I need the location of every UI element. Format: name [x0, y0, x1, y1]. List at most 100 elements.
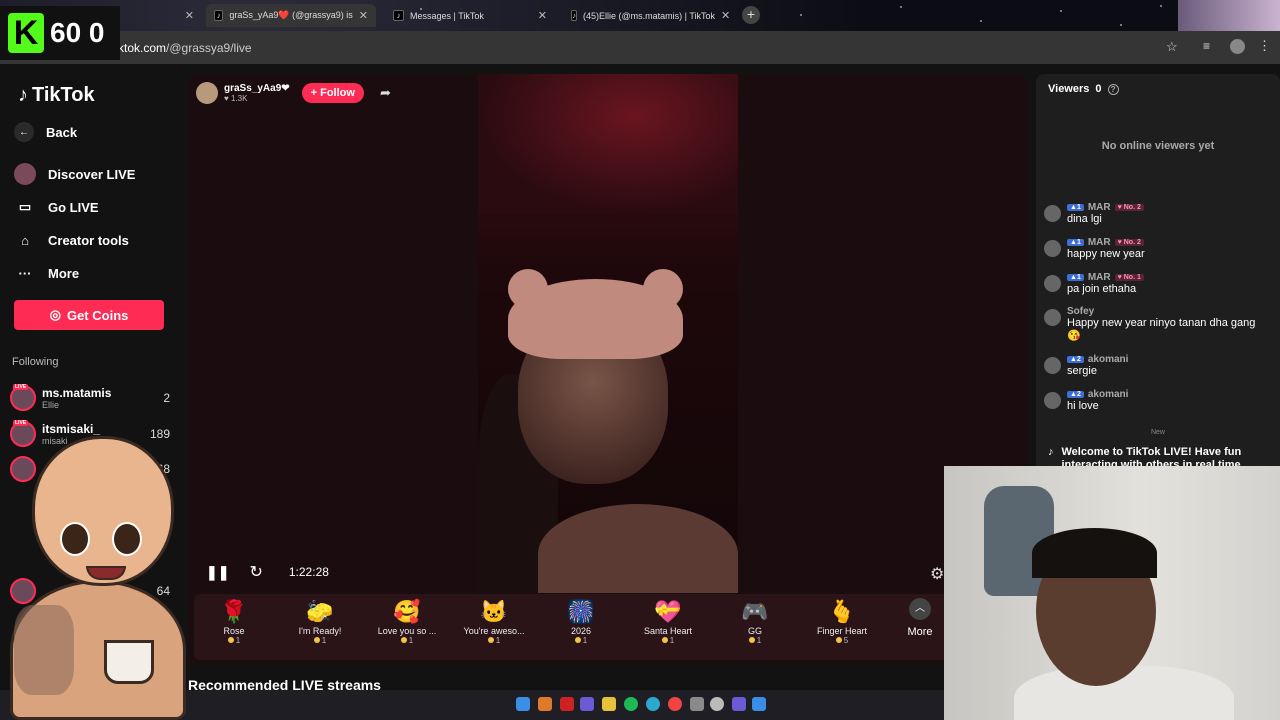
- tiktok-note-icon: ♪: [18, 84, 28, 106]
- chat-text: sergie: [1067, 365, 1097, 377]
- edge-icon[interactable]: [646, 697, 660, 711]
- get-coins-button[interactable]: ◎ Get Coins: [14, 300, 164, 330]
- url-field[interactable]: tiktok.com/@grassya9/live: [112, 41, 252, 55]
- gift-item[interactable]: 🐱 You're aweso... 1: [454, 598, 534, 645]
- help-icon[interactable]: ?: [1107, 83, 1119, 95]
- new-tab-button[interactable]: +: [742, 6, 760, 24]
- close-icon[interactable]: ✕: [538, 9, 547, 22]
- tiktok-logo[interactable]: ♪ TikTok: [18, 84, 95, 107]
- coin-icon: [835, 637, 842, 643]
- chat-username[interactable]: MAR: [1088, 202, 1111, 213]
- gift-item[interactable]: 🌹 Rose 1: [194, 598, 274, 645]
- avatar[interactable]: [1044, 275, 1061, 292]
- chat-message: ▲2 akomani hi love: [1044, 389, 1274, 413]
- playback-controls: ❚❚ ↻ 1:22:28: [206, 562, 329, 582]
- pause-icon[interactable]: ❚❚: [206, 564, 229, 581]
- spotify-icon[interactable]: [624, 697, 638, 711]
- gift-price-value: 1: [582, 636, 588, 645]
- gift-finger-heart-icon: 🫰: [828, 599, 856, 624]
- chat-message: ▲1 MAR ♥ No. 2 happy new year: [1044, 237, 1274, 261]
- gift-item[interactable]: 🎆 2026 1: [541, 598, 621, 645]
- sidebar-item-label: Creator tools: [48, 232, 129, 248]
- gift-price-value: 1: [669, 636, 675, 645]
- browser-tab-1[interactable]: ✕: [120, 4, 202, 27]
- close-icon[interactable]: ✕: [185, 9, 194, 22]
- app-icon[interactable]: [560, 697, 574, 711]
- host-avatar[interactable]: [196, 82, 218, 104]
- menu-dots-icon[interactable]: ⋮: [1258, 38, 1271, 54]
- close-icon[interactable]: ✕: [721, 9, 730, 22]
- avatar[interactable]: [1044, 309, 1061, 326]
- gift-sponge-icon: 🧽: [306, 599, 334, 624]
- following-item-ms-matamis[interactable]: LIVE ms.matamis Ellie 2: [10, 383, 170, 413]
- gift-item[interactable]: 🎮 GG 1: [715, 598, 795, 645]
- chrome-icon[interactable]: [668, 697, 682, 711]
- browser-tab-4[interactable]: ♪ (45)Ellie (@ms.matamis) | TikTok ✕: [563, 4, 737, 27]
- level-badge-value: 1: [1076, 204, 1081, 211]
- chat-username[interactable]: MAR: [1088, 237, 1111, 248]
- discord-icon[interactable]: [732, 697, 746, 711]
- file-explorer-icon[interactable]: [602, 697, 616, 711]
- follow-button[interactable]: + Follow: [301, 83, 364, 103]
- sticker-tattoo: [14, 605, 74, 695]
- host-name[interactable]: graSs_yAa9❤: [224, 83, 290, 94]
- gift-price-value: 1: [408, 636, 414, 645]
- gift-item[interactable]: 🫰 Finger Heart 5: [802, 598, 882, 645]
- chat-message: ▲1 MAR ♥ No. 1 pa join ethaha: [1044, 272, 1274, 296]
- sticker-eye: [60, 522, 90, 556]
- chat-username[interactable]: Sofey: [1067, 306, 1094, 317]
- sidebar-item-go-live[interactable]: ▭ Go LIVE: [14, 196, 99, 218]
- sidebar-item-more[interactable]: ··· More: [14, 262, 80, 284]
- app-icon[interactable]: [538, 697, 552, 711]
- gift-name: You're aweso...: [463, 626, 525, 636]
- avatar[interactable]: [1044, 205, 1061, 222]
- gift-rose-icon: 🌹: [220, 599, 248, 624]
- gift-price-value: 1: [235, 636, 241, 645]
- gift-heart-icon: 💝: [654, 599, 682, 624]
- streamer-shoulder: [538, 504, 738, 593]
- media-control-icon[interactable]: ≡: [1203, 39, 1210, 53]
- photos-icon[interactable]: [752, 697, 766, 711]
- rank-badge: ♥ No. 2: [1114, 239, 1144, 246]
- level-badge: ▲2: [1067, 356, 1084, 363]
- bookmark-star-icon[interactable]: ☆: [1166, 39, 1178, 55]
- camera-icon: ▭: [18, 199, 32, 214]
- app-icon[interactable]: [710, 697, 724, 711]
- browser-tab-3[interactable]: ♪ Messages | TikTok ✕: [385, 4, 555, 27]
- settings-gear-icon[interactable]: ⚙: [930, 564, 944, 584]
- app-icon[interactable]: [690, 697, 704, 711]
- discord-icon[interactable]: [580, 697, 594, 711]
- avatar[interactable]: [1044, 392, 1061, 409]
- chat-username[interactable]: MAR: [1088, 272, 1111, 283]
- tab-title: Messages | TikTok: [410, 10, 484, 21]
- share-icon[interactable]: ➦: [380, 85, 391, 101]
- profile-avatar[interactable]: [1230, 39, 1245, 54]
- sidebar-item-discover-live[interactable]: Discover LIVE: [14, 163, 135, 185]
- webcam-overlay: [944, 466, 1280, 720]
- level-badge-value: 2: [1076, 391, 1081, 398]
- rank-badge-value: No. 1: [1123, 274, 1141, 281]
- refresh-icon[interactable]: ↻: [249, 562, 262, 582]
- gift-name: Rose: [223, 626, 245, 636]
- viewers-label: Viewers: [1048, 83, 1090, 95]
- gift-item[interactable]: 💝 Santa Heart 1: [628, 598, 708, 645]
- browser-tab-strip: ✕ ♪ graSs_yAa9❤️ (@grassya9) is ✕ ♪ Mess…: [0, 0, 1280, 31]
- avatar[interactable]: [1044, 357, 1061, 374]
- back-button[interactable]: ← Back: [14, 122, 77, 142]
- browser-tab-2[interactable]: ♪ graSs_yAa9❤️ (@grassya9) is ✕: [206, 4, 376, 27]
- brand-label: TikTok: [32, 84, 95, 106]
- avatar[interactable]: [1044, 240, 1061, 257]
- live-video[interactable]: [478, 74, 738, 593]
- sidebar-item-creator-tools[interactable]: ⌂ Creator tools: [14, 229, 129, 251]
- level-badge: ▲1: [1067, 204, 1084, 211]
- chat-username[interactable]: akomani: [1088, 354, 1129, 365]
- close-icon[interactable]: ✕: [359, 9, 368, 22]
- chat-username[interactable]: akomani: [1088, 389, 1129, 400]
- chat-text: Happy new year ninyo tanan dha gang 😘: [1067, 317, 1256, 342]
- gift-item[interactable]: 🧽 I'm Ready! 1: [280, 598, 360, 645]
- more-gifts-button[interactable]: ︿ More: [900, 598, 940, 638]
- gift-price-value: 1: [495, 636, 501, 645]
- viewers-header[interactable]: Viewers 0 ?: [1048, 83, 1119, 95]
- gift-item[interactable]: 🥰 Love you so ... 1: [367, 598, 447, 645]
- windows-start-icon[interactable]: [516, 697, 530, 711]
